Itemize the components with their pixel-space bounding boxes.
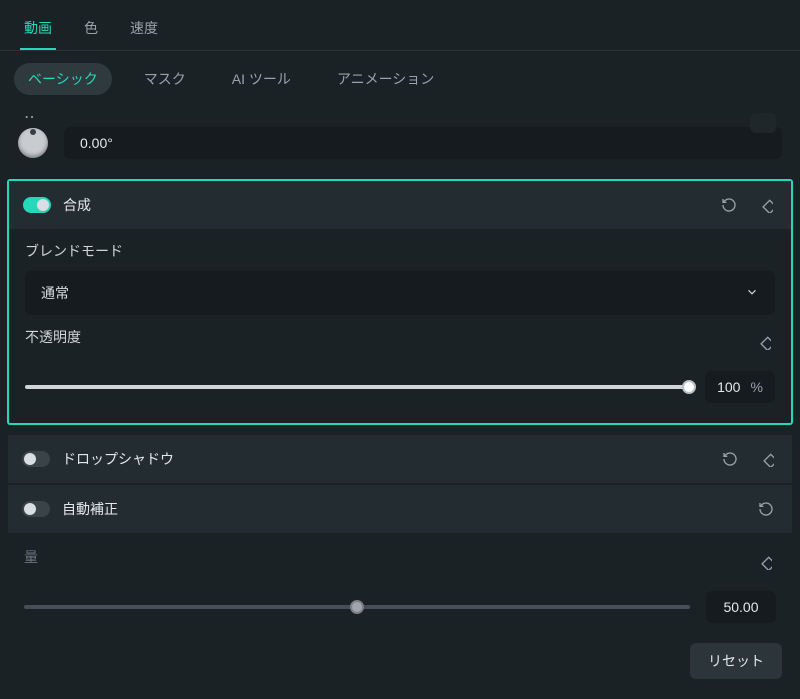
blend-mode-block: ブレンドモード 通常 <box>9 229 791 315</box>
amount-value[interactable]: 50.00 <box>706 591 776 623</box>
reset-icon[interactable] <box>718 447 742 471</box>
opacity-value[interactable]: 100% <box>705 371 775 403</box>
amount-slider[interactable] <box>24 605 690 609</box>
composite-header: 合成 <box>9 181 791 229</box>
drop-shadow-title: ドロップシャドウ <box>62 449 706 469</box>
rotation-row: 0.00° <box>0 123 800 173</box>
subtab-basic[interactable]: ベーシック <box>14 63 112 95</box>
keyframe-icon[interactable] <box>754 447 778 471</box>
reset-icon[interactable] <box>754 497 778 521</box>
tab-video[interactable]: 動画 <box>20 10 56 50</box>
drop-shadow-header: ドロップシャドウ <box>8 435 792 483</box>
opacity-keyframe-icon[interactable] <box>751 330 775 354</box>
tab-color[interactable]: 色 <box>80 10 102 50</box>
opacity-label: 不透明度 <box>25 327 81 347</box>
opacity-block: 不透明度 100% <box>9 315 791 403</box>
auto-correct-header: 自動補正 <box>8 485 792 533</box>
composite-section: 合成 ブレンドモード 通常 不透明度 100% <box>7 179 793 425</box>
opacity-slider[interactable] <box>25 385 689 389</box>
auto-correct-title: 自動補正 <box>62 499 742 519</box>
sub-tabs: ベーシック マスク AI ツール アニメーション <box>0 51 800 107</box>
auto-correct-toggle[interactable] <box>22 501 50 517</box>
amount-keyframe-icon[interactable] <box>752 550 776 574</box>
tab-speed[interactable]: 速度 <box>126 10 162 50</box>
ellipsis-icon: ‥ <box>0 103 800 123</box>
composite-toggle[interactable] <box>23 197 51 213</box>
rotation-wheel[interactable] <box>18 128 48 158</box>
keyframe-icon[interactable] <box>753 193 777 217</box>
amount-block: 量 50.00 <box>8 535 792 623</box>
reset-button[interactable]: リセット <box>690 643 782 679</box>
rotation-value[interactable]: 0.00° <box>64 127 782 159</box>
collapse-handle[interactable] <box>750 113 776 133</box>
reset-icon[interactable] <box>717 193 741 217</box>
drop-shadow-toggle[interactable] <box>22 451 50 467</box>
top-tabs: 動画 色 速度 <box>0 0 800 51</box>
subtab-mask[interactable]: マスク <box>130 63 200 95</box>
amount-label: 量 <box>24 547 38 567</box>
subtab-ai-tools[interactable]: AI ツール <box>218 63 305 95</box>
blend-mode-value: 通常 <box>41 283 69 303</box>
blend-mode-label: ブレンドモード <box>25 241 775 261</box>
composite-title: 合成 <box>63 195 705 215</box>
subtab-animation[interactable]: アニメーション <box>323 63 448 95</box>
chevron-down-icon <box>745 285 759 302</box>
blend-mode-dropdown[interactable]: 通常 <box>25 271 775 315</box>
